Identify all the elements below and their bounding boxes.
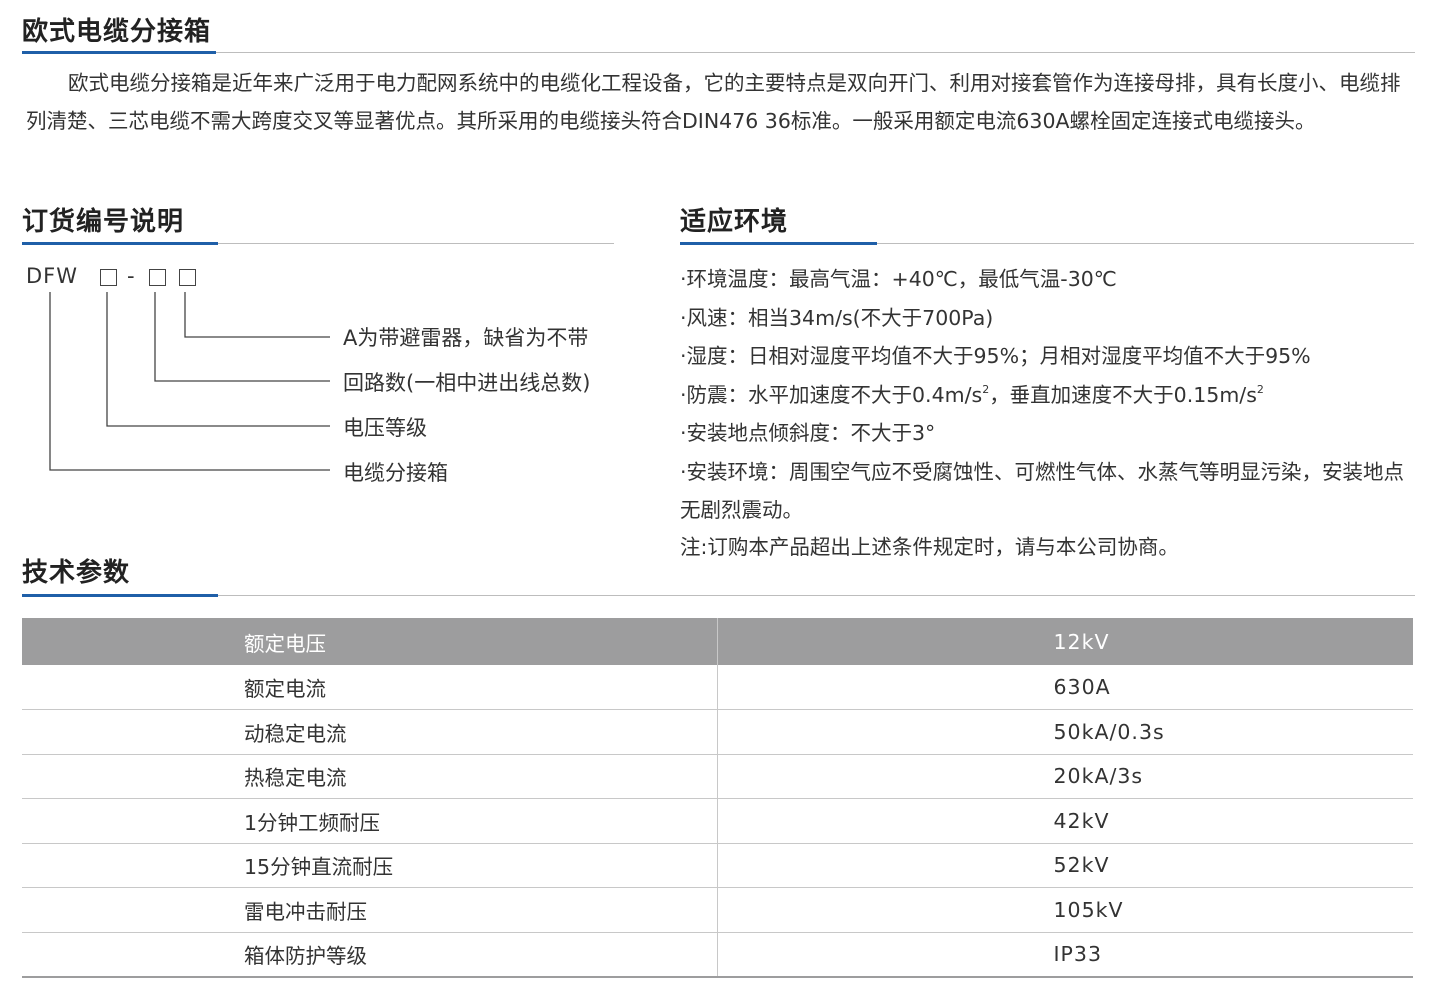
spec-table: 额定电压 12kV 额定电流 630A 动稳定电流 50kA/0.3s 热稳定电流 2… (22, 618, 1413, 978)
table-row: 15分钟直流耐压 52kV (22, 843, 1413, 888)
connector-line (106, 292, 330, 427)
table-row: 额定电流 630A (22, 665, 1413, 710)
header-value: 12kV (717, 618, 1413, 665)
value-cell: 42kV (717, 798, 1413, 844)
connector-line (184, 292, 330, 338)
value-cell: 630A (717, 665, 1413, 710)
table-row: 热稳定电流 20kA/3s (22, 754, 1413, 799)
env-item-tilt: ·安装地点倾斜度：不大于3° (680, 421, 936, 445)
value-cell: 52kV (717, 843, 1413, 888)
table-row: 箱体防护等级 IP33 (22, 932, 1413, 978)
env-item-installation: ·安装环境：周围空气应不受腐蚀性、可燃性气体、水蒸气等明显污染，安装地点无剧烈震… (680, 459, 1405, 523)
label-product-name: 电缆分接箱 (343, 461, 448, 485)
environment-note: 注:订购本产品超出上述条件规定时，请与本公司协商。 (680, 535, 1179, 559)
env-item-wind: ·风速：相当34m/s(不大于700Pa) (680, 305, 994, 330)
label-voltage-class: 电压等级 (343, 416, 427, 440)
env-item-temperature: ·环境温度：最高气温：+40℃，最低气温-30℃ (680, 267, 1117, 291)
env-item-humidity: ·湿度：日相对湿度平均值不大于95%；月相对湿度平均值不大于95% (680, 344, 1311, 368)
table-header-row: 额定电压 12kV (22, 618, 1413, 665)
value-cell: 105kV (717, 887, 1413, 933)
param-cell: 动稳定电流 (22, 709, 718, 755)
seismic-text-b: ，垂直加速度不大于0.15m/s (989, 382, 1257, 407)
value-cell: 20kA/3s (717, 754, 1413, 799)
table-row: 雷电冲击耐压 105kV (22, 887, 1413, 933)
header-param: 额定电压 (22, 618, 718, 665)
section-accent-bar (680, 242, 877, 245)
label-circuit-count: 回路数(一相中进出线总数) (343, 371, 591, 395)
param-cell: 热稳定电流 (22, 754, 718, 799)
section-accent-bar (22, 594, 218, 597)
seismic-text-a: ·防震：水平加速度不大于0.4m/s (680, 382, 983, 407)
param-cell: 15分钟直流耐压 (22, 843, 718, 888)
table-row: 动稳定电流 50kA/0.3s (22, 709, 1413, 755)
ordering-connector-lines (49, 292, 330, 471)
superscript: 2 (1256, 382, 1264, 396)
param-cell: 雷电冲击耐压 (22, 887, 718, 933)
environment-list: ·环境温度：最高气温：+40℃，最低气温-30℃ ·风速：相当34m/s(不大于… (680, 260, 1420, 530)
param-cell: 箱体防护等级 (22, 932, 718, 978)
label-arrester-option: A为带避雷器，缺省为不带 (343, 326, 589, 350)
table-row: 1分钟工频耐压 42kV (22, 798, 1413, 844)
section-divider (22, 595, 1415, 596)
section-title-tech: 技术参数 (22, 558, 131, 588)
value-cell: IP33 (717, 932, 1413, 978)
env-item-seismic: ·防震：水平加速度不大于0.4m/s2，垂直加速度不大于0.15m/s2 (680, 376, 1420, 415)
param-cell: 1分钟工频耐压 (22, 798, 718, 844)
section-title-environment: 适应环境 (680, 207, 789, 237)
value-cell: 50kA/0.3s (717, 709, 1413, 755)
param-cell: 额定电流 (22, 665, 718, 710)
